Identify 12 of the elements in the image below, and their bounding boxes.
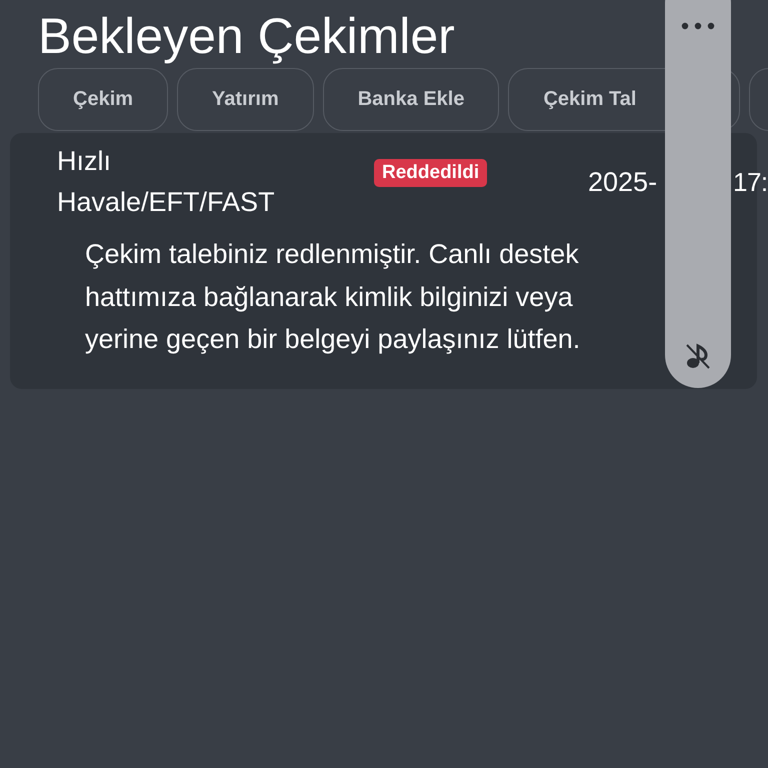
tab[interactable]: Çekim [38, 68, 168, 131]
tab[interactable]: Banka Ekle [322, 68, 500, 131]
date-text: 2025- [588, 166, 658, 198]
tab[interactable]: Yatırım [177, 68, 314, 131]
more-icon[interactable] [681, 22, 715, 30]
rejection-message: Çekim talebiniz redlenmiştir. Canlı destek hattımıza bağlanarak kimlik bilginizi veya yerine geçen bir belgeyi paylaşınız lütfen. [85, 238, 582, 356]
time-text: 17: [733, 166, 768, 198]
page-title: Bekleyen Çekimler [38, 7, 455, 66]
status-badge: Reddedildi [374, 159, 488, 187]
muted-note-icon[interactable] [685, 342, 711, 370]
payment-method: Hızlı [57, 145, 111, 178]
payment-method: Havale/EFT/FAST [57, 186, 275, 219]
